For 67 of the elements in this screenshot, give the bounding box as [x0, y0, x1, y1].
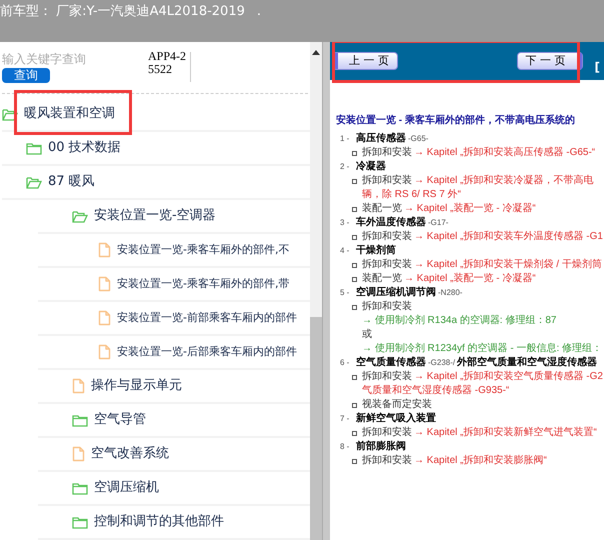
reference-link[interactable]: 辆，除 RS 6/ RS 7 外“	[362, 188, 461, 202]
reference-link[interactable]: → Kapitel „拆卸和安装干燥剂袋 / 干燥剂筒	[414, 258, 602, 272]
document-text: 拆卸和安装	[362, 230, 412, 244]
tree-item[interactable]: 安装位置一览-后部乘客车厢内的部件	[98, 344, 297, 360]
item-number: 5 -	[340, 287, 350, 299]
tree-item[interactable]: 安装位置一览-乘客车厢外的部件,不	[98, 242, 290, 258]
document-text: 拆卸和安装	[362, 426, 412, 440]
tree-item[interactable]: 空调压缩机	[72, 478, 159, 498]
item-number: 4 -	[340, 245, 350, 257]
tree-item[interactable]: 操作与显示单元	[72, 376, 182, 396]
reference-link[interactable]: → Kapitel „拆卸和安装冷凝器，不带高电	[414, 174, 594, 188]
document-text: 拆卸和安装	[362, 258, 412, 272]
item-number: 7 -	[340, 413, 350, 425]
reference-link[interactable]: → Kapitel „拆卸和安装高压传感器 -G65-“	[414, 146, 596, 160]
part-code: -G17-	[428, 217, 448, 229]
document-text: 拆卸和安装	[362, 146, 412, 160]
part-code: -N280-	[438, 287, 462, 299]
part-title: 车外温度传感器	[356, 216, 426, 230]
item-number: 8 -	[340, 441, 350, 453]
title-suffix: .	[256, 3, 262, 21]
reference-link[interactable]: → Kapitel „拆卸和安装膨胀阀“	[414, 454, 547, 468]
reference-link[interactable]: → 使用制冷剂 R134a 的空调器: 修理组：87	[362, 314, 556, 328]
item-number: 3 -	[340, 217, 350, 229]
reference-link[interactable]: → Kapitel „装配一览 - 冷凝器“	[404, 202, 536, 216]
item-number: 6 -	[340, 357, 350, 369]
part-title: 干燥剂筒	[356, 244, 396, 258]
search-button[interactable]: 查询	[2, 68, 50, 83]
tree-item[interactable]: 安装位置一览-前部乘客车厢内的部件	[98, 310, 297, 326]
reference-link[interactable]: → Kapitel „拆卸和安装车外温度传感器 -G1	[414, 230, 603, 244]
bracket-text: [	[594, 59, 600, 76]
part-title: 新鲜空气吸入装置	[356, 412, 436, 426]
part-title: 外部空气质量和空气湿度传感器	[457, 356, 598, 370]
part-title: 空调压缩机调节阀	[356, 286, 436, 300]
part-title: 冷凝器	[356, 160, 386, 174]
tree-item[interactable]: 控制和调节的其他部件	[72, 512, 224, 532]
tree-item[interactable]: 安装位置一览-空调器	[72, 206, 216, 226]
document-text: 拆卸和安装	[362, 300, 412, 314]
item-number: 2 -	[340, 161, 350, 173]
tree-item[interactable]: 空气改善系统	[72, 444, 169, 464]
document-text: 拆卸和安装	[362, 174, 412, 188]
vehicle-title: 前车型： 厂家:Y-一汽奥迪A4L2018-2019	[0, 3, 245, 21]
reference-link[interactable]: → 使用制冷剂 R1234yf 的空调器 - 一般信息: 修理组：	[362, 342, 602, 356]
tree-item[interactable]: 暖风装置和空调	[2, 104, 115, 124]
reference-link[interactable]: → Kapitel „装配一览 - 冷凝器“	[404, 272, 536, 286]
document-text: 装配一览	[362, 272, 402, 286]
document-text: 拆卸和安装	[362, 454, 412, 468]
document-text: 或	[362, 328, 372, 342]
previous-page-button[interactable]: 上 一 页	[332, 52, 398, 70]
tree-item[interactable]: 87 暖风	[26, 172, 95, 192]
tree-item[interactable]: 空气导管	[72, 410, 146, 430]
reference-link[interactable]: → Kapitel „拆卸和安装空气质量传感器 -G2	[414, 370, 603, 384]
tree-item[interactable]: 00 技术数据	[26, 138, 121, 158]
document-text: 视装备而定安装	[362, 398, 432, 412]
reference-link[interactable]: 气质量和空气湿度传感器 -G935-“	[362, 384, 510, 398]
reference-link[interactable]: → Kapitel „拆卸和安装新鲜空气进气装置“	[414, 426, 597, 440]
tree-item[interactable]: 安装位置一览-乘客车厢外的部件,带	[98, 276, 290, 292]
app-code: APP4-25522	[148, 50, 188, 76]
document-text: 装配一览	[362, 202, 402, 216]
document-heading: 安装位置一览 - 乘客车厢外的部件，不带高电压系统的	[336, 114, 576, 128]
part-code: -G238-/	[428, 357, 456, 369]
part-title: 前部膨胀阀	[356, 440, 406, 454]
item-number: 1 -	[340, 133, 350, 145]
keyword-input[interactable]: 输入关键字查询	[2, 50, 122, 68]
document-text: 拆卸和安装	[362, 370, 412, 384]
part-title: 空气质量传感器	[356, 356, 426, 370]
part-title: 高压传感器	[356, 132, 406, 146]
part-code: -G65-	[408, 133, 428, 145]
